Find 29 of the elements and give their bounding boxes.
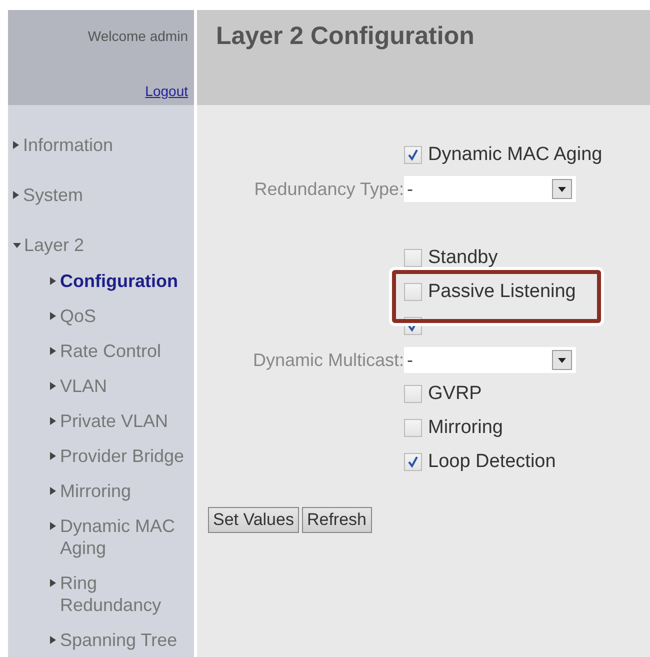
caret-right-icon	[50, 486, 57, 496]
check-icon	[407, 149, 419, 161]
caret-right-icon	[13, 140, 20, 150]
field-label: Redundancy Type:	[254, 178, 404, 200]
checkbox[interactable]: Standby	[404, 247, 498, 269]
caret-right-icon	[13, 190, 20, 200]
caret-right-icon	[50, 416, 57, 426]
checkbox[interactable]: Mirroring	[404, 417, 503, 439]
check-icon	[407, 456, 419, 468]
checkbox[interactable]: Passive Listening	[404, 281, 576, 303]
caret-right-icon	[50, 346, 57, 356]
caret-right-icon	[50, 276, 57, 286]
caret-right-icon	[50, 635, 57, 645]
caret-down-icon	[13, 241, 21, 249]
caret-right-icon	[50, 521, 57, 531]
caret-right-icon	[50, 381, 57, 391]
checkbox[interactable]: Loop Detection	[404, 451, 556, 473]
welcome-text: Welcome admin	[88, 28, 188, 44]
page-title: Layer 2 Configuration	[216, 22, 476, 51]
form-button[interactable]: Set Values	[208, 507, 299, 533]
field-label: Dynamic Multicast:	[252, 350, 404, 370]
caret-right-icon	[50, 578, 57, 588]
caret-right-icon	[50, 311, 57, 321]
logout-link[interactable]: Logout	[145, 83, 188, 99]
form-button[interactable]: Refresh	[302, 507, 372, 533]
checkbox[interactable]: Dynamic MAC Aging	[404, 144, 602, 166]
sidebar-subitem[interactable]: Configuration	[50, 270, 190, 292]
caret-right-icon	[50, 451, 57, 461]
checkbox[interactable]: GVRP	[404, 383, 482, 405]
